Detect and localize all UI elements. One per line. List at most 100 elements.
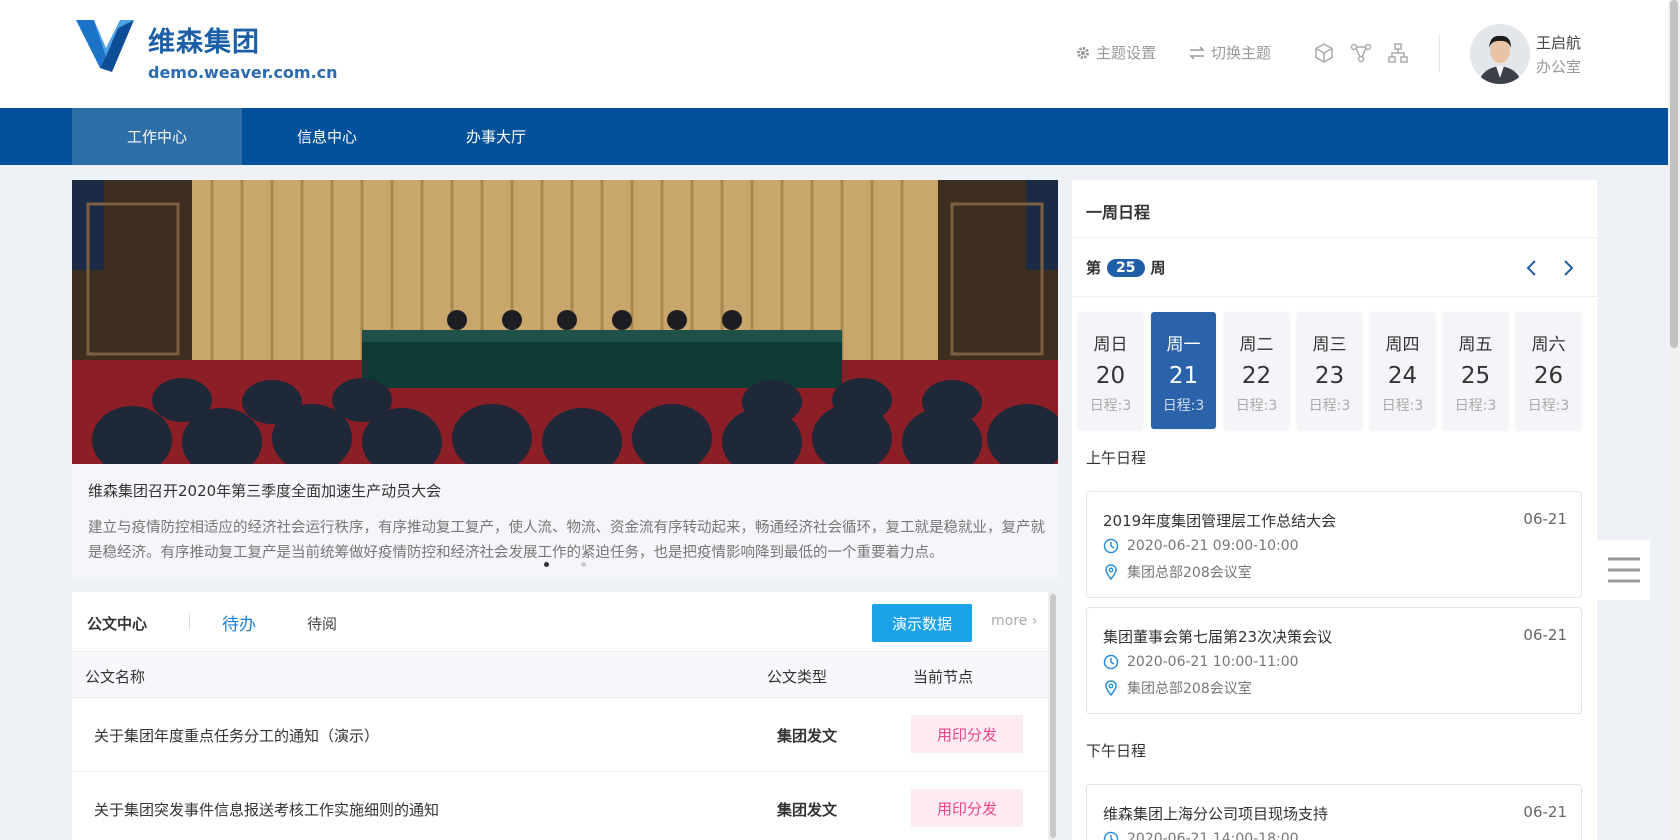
share-icon[interactable]	[1350, 42, 1372, 64]
carousel-dot-1[interactable]	[544, 562, 549, 567]
brand-name: 维森集团	[148, 27, 260, 58]
table-row[interactable]: 关于集团突发事件信息报送考核工作实施细则的通知 集团发文 用印分发	[72, 772, 1048, 840]
main-nav: 工作中心 信息中心 办事大厅	[0, 108, 1668, 165]
page-scrollbar-thumb[interactable]	[1670, 0, 1678, 348]
doc-center-divider	[189, 614, 190, 630]
day-schedule-count: 日程:3	[1089, 398, 1132, 414]
event-place-text: 集团总部208会议室	[1127, 681, 1252, 697]
hamburger-menu-icon	[1607, 557, 1640, 583]
user-portrait-icon	[1470, 24, 1530, 84]
event-place: 集团总部208会议室	[1103, 562, 1252, 582]
divider	[1072, 237, 1597, 238]
doc-scrollbar-thumb[interactable]	[1050, 594, 1056, 838]
nav-work-center[interactable]: 工作中心	[72, 108, 242, 165]
cube-icon[interactable]	[1313, 42, 1335, 64]
event-time-text: 2020-06-21 09:00-10:00	[1127, 538, 1299, 554]
carousel-dot-2[interactable]	[581, 562, 586, 567]
weaver-logo	[76, 20, 134, 72]
event-title: 维森集团上海分公司项目现场支持	[1103, 805, 1329, 823]
afternoon-schedule-label: 下午日程	[1086, 742, 1147, 760]
doc-scrollbar[interactable]	[1048, 592, 1058, 840]
event-card[interactable]: 2019年度集团管理层工作总结大会 06-21 2020-06-21 09:00…	[1086, 491, 1582, 598]
side-menu-button[interactable]	[1597, 540, 1650, 600]
news-title[interactable]: 维森集团召开2020年第三季度全面加速生产动员大会	[88, 480, 441, 501]
conference-image	[72, 180, 1058, 464]
tab-todo[interactable]: 待办	[222, 610, 256, 635]
divider	[1072, 296, 1597, 297]
week-suffix: 周	[1150, 259, 1166, 277]
theme-settings-label: 主题设置	[1096, 44, 1157, 62]
location-pin-icon	[1105, 680, 1117, 696]
conference-photo[interactable]	[72, 180, 1058, 464]
avatar[interactable]	[1470, 24, 1530, 84]
switch-theme-button[interactable]: 切换主题	[1189, 42, 1271, 63]
day-schedule-count: 日程:3	[1308, 398, 1351, 414]
day-schedule-count: 日程:3	[1381, 398, 1424, 414]
day-name: 周一	[1166, 335, 1201, 355]
day-number: 22	[1241, 363, 1272, 389]
news-carousel: 维森集团召开2020年第三季度全面加速生产动员大会 建立与疫情防控相适应的经济社…	[72, 180, 1058, 579]
nav-service-hall[interactable]: 办事大厅	[411, 108, 581, 165]
clock-icon	[1103, 538, 1119, 554]
event-date: 06-21	[1523, 510, 1567, 528]
day-number: 21	[1168, 363, 1199, 389]
day-number: 26	[1533, 363, 1564, 389]
event-place-text: 集团总部208会议室	[1127, 565, 1252, 581]
table-row[interactable]: 关于集团年度重点任务分工的通知（演示） 集团发文 用印分发	[72, 698, 1048, 772]
carousel-dots	[544, 562, 586, 567]
event-time: 2020-06-21 10:00-11:00	[1103, 654, 1299, 670]
doc-center-panel: 公文中心 待办 待阅 演示数据 more › 公文名称 公文类型 当前节点 关于…	[72, 592, 1058, 840]
event-time: 2020-06-21 09:00-10:00	[1103, 538, 1299, 554]
event-title: 2019年度集团管理层工作总结大会	[1103, 512, 1337, 530]
event-card[interactable]: 集团董事会第七届第23次决策会议 06-21 2020-06-21 10:00-…	[1086, 607, 1582, 714]
tab-to-read[interactable]: 待阅	[307, 613, 337, 634]
week-indicator: 第 25 周	[1086, 257, 1166, 278]
event-time: 2020-06-21 14:00-18:00	[1103, 831, 1299, 840]
day-tuesday[interactable]: 周二 22 日程:3	[1224, 312, 1289, 429]
org-chart-icon[interactable]	[1387, 42, 1409, 64]
header: 维森集团 demo.weaver.com.cn 主题设置 切换主题 王启航 办公…	[0, 0, 1668, 108]
news-summary: 建立与疫情防控相适应的经济社会运行秩序，有序推动复工复产，使人流、物流、资金流有…	[88, 520, 1045, 561]
event-place: 集团总部208会议室	[1103, 678, 1252, 698]
day-schedule-count: 日程:3	[1527, 398, 1570, 414]
day-sunday[interactable]: 周日 20 日程:3	[1078, 312, 1143, 429]
event-date: 06-21	[1523, 803, 1567, 821]
location-pin-icon	[1105, 564, 1117, 580]
week-schedule-panel: 一周日程 第 25 周 周日 20 日程:3 周一 21 日程:3 周二 22 日程:3 周…	[1072, 180, 1597, 840]
doc-title[interactable]: 关于集团年度重点任务分工的通知（演示）	[94, 725, 379, 746]
week-number-badge: 25	[1107, 258, 1145, 277]
chevron-right-icon[interactable]	[1558, 258, 1578, 278]
event-card[interactable]: 维森集团上海分公司项目现场支持 06-21 2020-06-21 14:00-1…	[1086, 784, 1582, 840]
demo-data-button[interactable]: 演示数据	[872, 604, 972, 642]
day-name: 周三	[1312, 335, 1347, 355]
theme-settings-button[interactable]: 主题设置	[1076, 42, 1156, 63]
day-number: 20	[1095, 363, 1126, 389]
day-saturday[interactable]: 周六 26 日程:3	[1516, 312, 1581, 429]
doc-title[interactable]: 关于集团突发事件信息报送考核工作实施细则的通知	[94, 799, 439, 820]
swap-icon	[1189, 45, 1205, 60]
switch-theme-label: 切换主题	[1211, 44, 1272, 62]
day-number: 23	[1314, 363, 1345, 389]
week-schedule-title: 一周日程	[1086, 203, 1151, 222]
nav-info-center[interactable]: 信息中心	[242, 108, 412, 165]
day-name: 周日	[1093, 335, 1128, 355]
event-time-text: 2020-06-21 10:00-11:00	[1127, 654, 1299, 670]
day-name: 周五	[1458, 335, 1493, 355]
chevron-left-icon[interactable]	[1522, 258, 1542, 278]
clock-icon	[1103, 831, 1119, 840]
brand-url: demo.weaver.com.cn	[148, 63, 338, 82]
day-thursday[interactable]: 周四 24 日程:3	[1370, 312, 1435, 429]
day-wednesday[interactable]: 周三 23 日程:3	[1297, 312, 1362, 429]
doc-center-header: 公文中心 待办 待阅 演示数据 more ›	[72, 592, 1048, 652]
week-prefix: 第	[1086, 259, 1102, 277]
event-date: 06-21	[1523, 626, 1567, 644]
day-monday[interactable]: 周一 21 日程:3	[1151, 312, 1216, 429]
day-number: 25	[1460, 363, 1491, 389]
event-title: 集团董事会第七届第23次决策会议	[1103, 628, 1333, 646]
day-name: 周六	[1531, 335, 1566, 355]
page-scrollbar[interactable]	[1668, 0, 1680, 840]
day-friday[interactable]: 周五 25 日程:3	[1443, 312, 1508, 429]
col-current-node: 当前节点	[913, 668, 974, 686]
user-name: 王启航	[1536, 34, 1582, 52]
more-link[interactable]: more ›	[991, 613, 1037, 629]
